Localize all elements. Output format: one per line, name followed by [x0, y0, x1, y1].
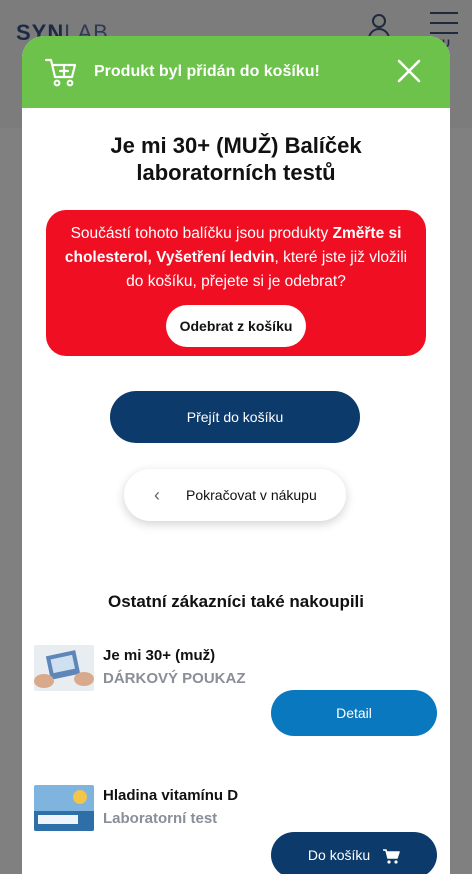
alert-text-before: Součástí tohoto balíčku jsou produkty [70, 225, 333, 242]
add-to-cart-button[interactable]: Do košíku [271, 832, 437, 874]
duplicate-products-alert: Součástí tohoto balíčku jsou produkty Zm… [46, 210, 426, 356]
add-to-cart-label: Do košíku [307, 847, 371, 863]
success-banner: Produkt byl přidán do košíku! [22, 36, 450, 108]
continue-shopping-label: Pokračovat v nákupu [186, 487, 317, 503]
go-to-cart-button[interactable]: Přejít do košíku [110, 391, 360, 443]
cart-icon [383, 849, 400, 864]
modal-title: Je mi 30+ (MUŽ) Balíček laboratorních te… [110, 133, 362, 185]
product-type: DÁRKOVÝ POUKAZ [103, 670, 246, 687]
recommendations-title: Ostatní zákazníci také nakoupili [107, 592, 365, 611]
added-to-cart-modal: Produkt byl přidán do košíku! Je mi 30+ … [22, 36, 450, 874]
detail-button[interactable]: Detail [271, 690, 437, 736]
banner-message: Produkt byl přidán do košíku! [94, 63, 320, 80]
product-name[interactable]: Je mi 30+ (muž) [103, 647, 215, 664]
cart-plus-icon [44, 58, 77, 87]
close-icon[interactable] [396, 58, 422, 84]
product-type: Laboratorní test [103, 810, 218, 827]
continue-shopping-button[interactable]: ‹ Pokračovat v nákupu [124, 469, 346, 521]
chevron-left-icon: ‹ [154, 485, 160, 505]
product-thumbnail[interactable] [34, 785, 94, 831]
remove-from-cart-button[interactable]: Odebrat z košíku [165, 305, 307, 347]
product-name[interactable]: Hladina vitamínu D [103, 787, 238, 804]
product-thumbnail[interactable] [34, 645, 94, 691]
